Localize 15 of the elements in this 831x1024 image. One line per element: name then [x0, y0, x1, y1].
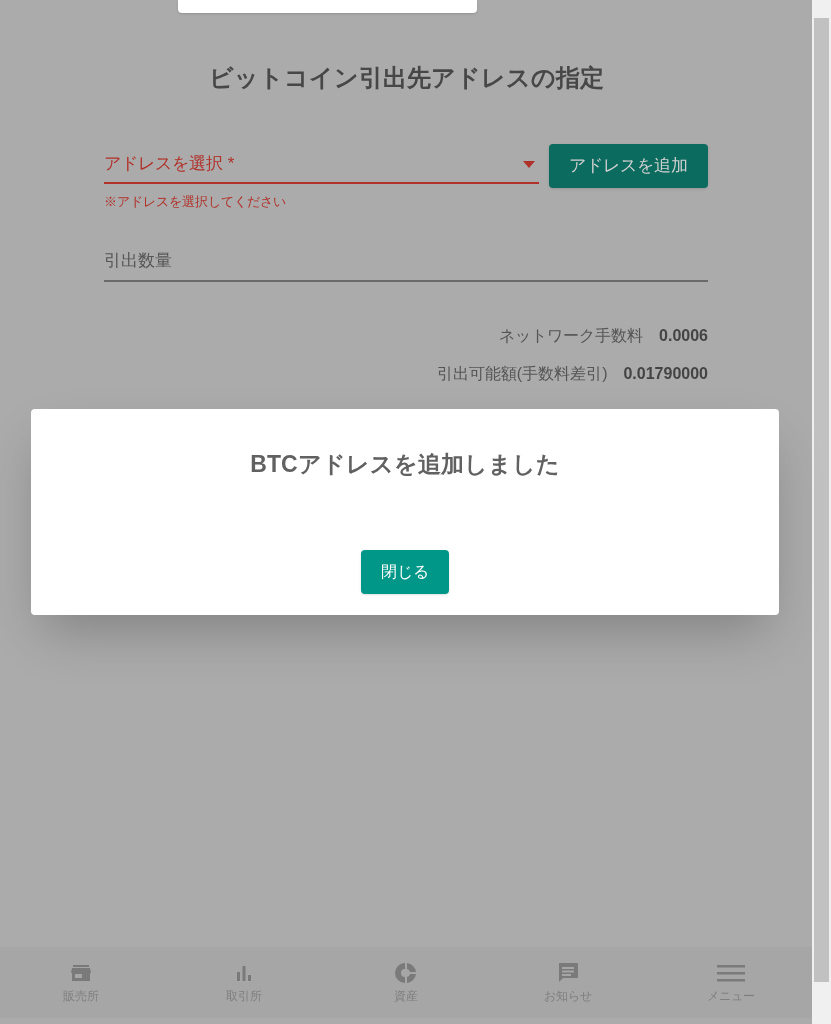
- page-title: ビットコイン引出先アドレスの指定: [208, 63, 604, 93]
- caret-icon: [523, 160, 535, 168]
- summary-label: 引出可能額(手数料差引): [436, 363, 608, 384]
- address-select[interactable]: アドレスを選択 *: [104, 146, 539, 184]
- summary-value: 0.01790000: [623, 363, 708, 384]
- dialog-message: BTCアドレスを追加しました: [250, 450, 560, 479]
- summary-value: 0.0006: [659, 325, 708, 346]
- pie-chart-icon: [394, 960, 418, 985]
- close-button[interactable]: 閉じる: [361, 549, 449, 594]
- error-text: ※アドレスを選択してください: [104, 193, 287, 211]
- add-address-button[interactable]: アドレスを追加: [549, 144, 708, 188]
- amount-field[interactable]: 引出数量: [104, 241, 708, 282]
- summary-label: ネットワーク手数料: [499, 325, 644, 346]
- scrollbar-thumb[interactable]: [814, 18, 829, 982]
- message-icon: [556, 960, 581, 985]
